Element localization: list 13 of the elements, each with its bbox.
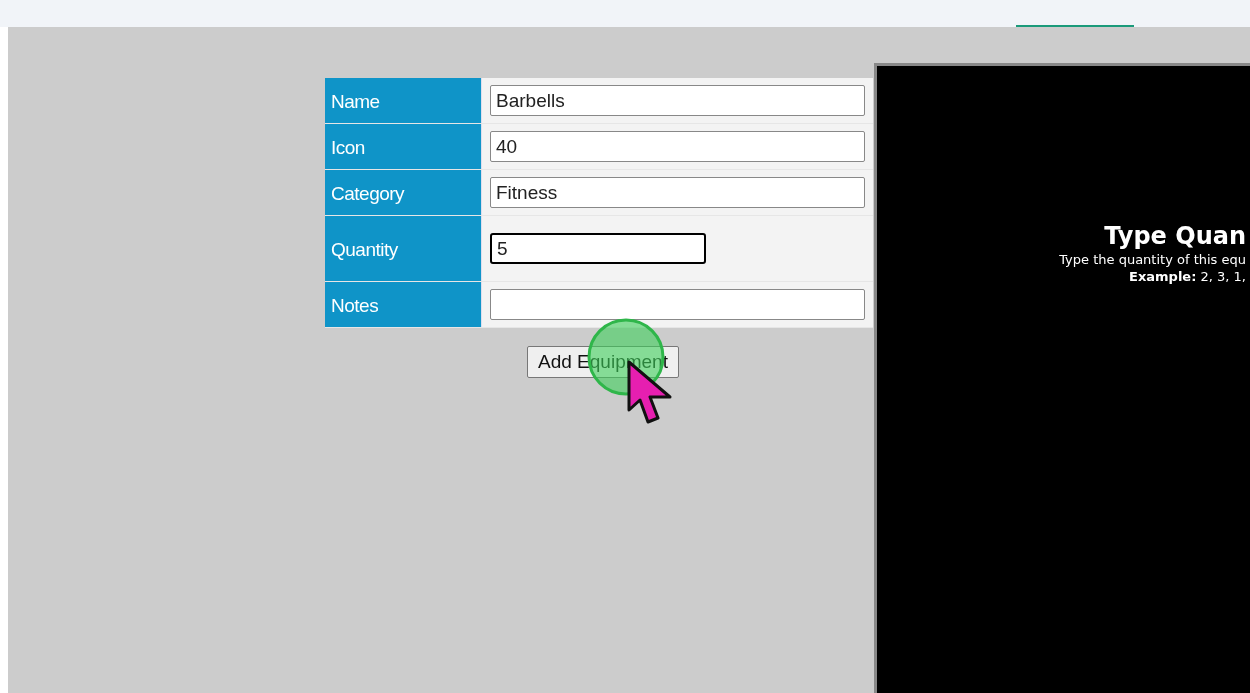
text-input[interactable]: Fitness bbox=[490, 177, 865, 208]
text-input[interactable]: 5 bbox=[490, 233, 706, 264]
field-label: Icon bbox=[325, 124, 482, 169]
text-input[interactable]: 40 bbox=[490, 131, 865, 162]
tip-example: Example: 2, 3, 1, bbox=[1129, 268, 1246, 285]
field-label: Name bbox=[325, 78, 482, 123]
tip-title: Type Quan bbox=[1104, 221, 1246, 251]
field-label: Quantity bbox=[325, 216, 482, 281]
text-input[interactable]: Barbells bbox=[490, 85, 865, 116]
field-label: Notes bbox=[325, 282, 482, 327]
text-input[interactable] bbox=[490, 289, 865, 320]
field-label: Category bbox=[325, 170, 482, 215]
tip-text: Type the quantity of this equ bbox=[1059, 251, 1246, 268]
